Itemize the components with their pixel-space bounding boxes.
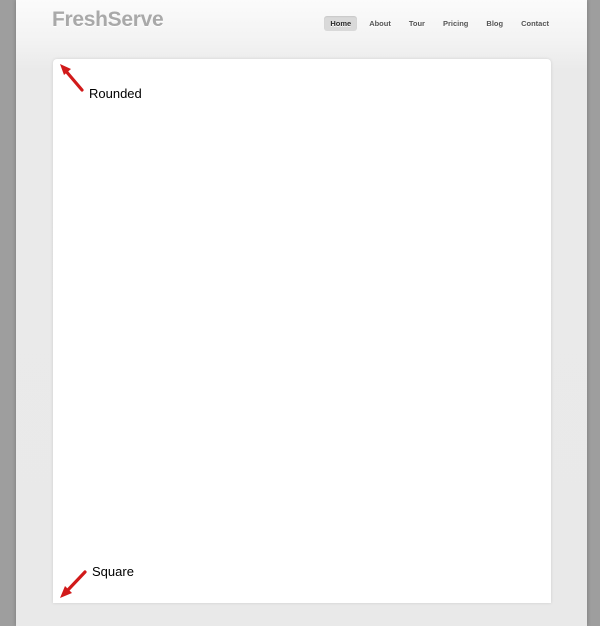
arrow-up-left-icon — [60, 64, 84, 92]
square-annotation: Square — [92, 564, 134, 579]
nav-item-pricing[interactable]: Pricing — [437, 16, 474, 31]
main-nav: Home About Tour Pricing Blog Contact — [318, 16, 555, 31]
nav-item-about[interactable]: About — [363, 16, 397, 31]
nav-item-tour[interactable]: Tour — [403, 16, 431, 31]
site-logo[interactable]: FreshServe — [52, 8, 164, 32]
rounded-annotation: Rounded — [89, 86, 142, 101]
arrow-down-left-icon — [60, 570, 87, 598]
nav-item-blog[interactable]: Blog — [480, 16, 509, 31]
nav-item-contact[interactable]: Contact — [515, 16, 555, 31]
nav-item-home[interactable]: Home — [324, 16, 358, 31]
content-box — [53, 59, 551, 603]
